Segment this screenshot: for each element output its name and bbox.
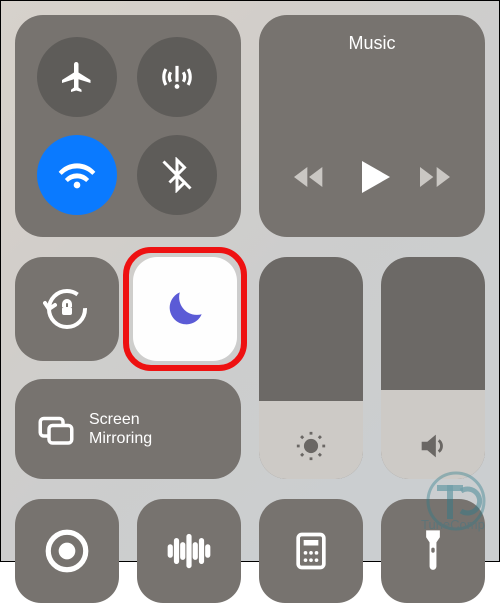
screen-record-icon bbox=[42, 526, 92, 576]
previous-track-button[interactable] bbox=[289, 157, 329, 197]
media-controls bbox=[259, 153, 485, 201]
cellular-data-icon bbox=[158, 58, 196, 96]
airplane-mode-icon bbox=[59, 59, 95, 95]
next-track-button[interactable] bbox=[415, 157, 455, 197]
screen-mirroring-button[interactable]: Screen Mirroring bbox=[15, 379, 241, 479]
volume-slider[interactable] bbox=[381, 257, 485, 479]
calculator-button[interactable] bbox=[259, 499, 363, 603]
orientation-lock-button[interactable] bbox=[15, 257, 119, 361]
connectivity-group[interactable] bbox=[15, 15, 241, 237]
screen-mirroring-icon bbox=[35, 408, 77, 450]
audio-visualizer-button[interactable] bbox=[137, 499, 241, 603]
do-not-disturb-moon-icon bbox=[160, 284, 210, 334]
screen-record-button[interactable] bbox=[15, 499, 119, 603]
cellular-data-button[interactable] bbox=[137, 37, 217, 117]
flashlight-icon bbox=[412, 527, 454, 575]
brightness-slider[interactable] bbox=[259, 257, 363, 479]
screen-mirroring-label: Screen Mirroring bbox=[89, 410, 152, 448]
bluetooth-button[interactable] bbox=[137, 135, 217, 215]
wifi-button[interactable] bbox=[37, 135, 117, 215]
brightness-icon bbox=[259, 429, 363, 463]
airplane-mode-button[interactable] bbox=[37, 37, 117, 117]
play-button[interactable] bbox=[348, 153, 396, 201]
audio-waveform-icon bbox=[164, 526, 214, 576]
music-group[interactable]: Music bbox=[259, 15, 485, 237]
speaker-icon bbox=[381, 429, 485, 463]
do-not-disturb-button[interactable] bbox=[133, 257, 237, 361]
calculator-icon bbox=[289, 529, 333, 573]
music-title: Music bbox=[259, 33, 485, 54]
bluetooth-icon bbox=[159, 157, 195, 193]
control-center: Music bbox=[0, 0, 500, 562]
dnd-highlight bbox=[123, 247, 247, 371]
orientation-lock-icon bbox=[43, 285, 91, 333]
flashlight-button[interactable] bbox=[381, 499, 485, 603]
wifi-icon bbox=[57, 155, 97, 195]
